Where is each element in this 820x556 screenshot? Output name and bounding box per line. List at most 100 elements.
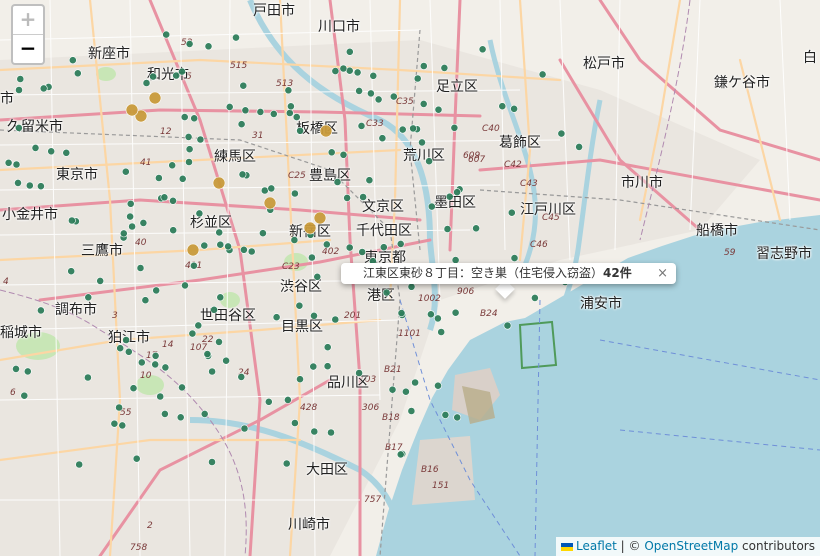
crime-marker[interactable]	[124, 347, 133, 356]
crime-marker[interactable]	[425, 157, 433, 166]
crime-marker[interactable]	[269, 110, 278, 118]
crime-marker[interactable]	[357, 122, 366, 130]
crime-marker[interactable]	[557, 129, 566, 138]
crime-marker[interactable]	[267, 184, 276, 193]
crime-marker[interactable]	[264, 397, 273, 406]
crime-marker[interactable]	[68, 216, 76, 225]
crime-cluster-marker[interactable]	[125, 103, 139, 117]
crime-marker[interactable]	[75, 460, 84, 469]
crime-marker[interactable]	[115, 403, 123, 412]
crime-marker[interactable]	[282, 459, 291, 468]
crime-marker[interactable]	[160, 409, 169, 418]
zoom-in-button[interactable]: +	[13, 6, 43, 35]
crime-marker[interactable]	[247, 247, 256, 256]
crime-marker[interactable]	[398, 125, 407, 134]
crime-marker[interactable]	[142, 79, 151, 87]
crime-marker[interactable]	[121, 167, 130, 176]
crime-marker[interactable]	[136, 264, 145, 272]
crime-marker[interactable]	[137, 358, 146, 367]
crime-marker[interactable]	[25, 181, 34, 190]
crime-marker[interactable]	[451, 308, 460, 317]
crime-marker[interactable]	[178, 67, 186, 76]
crime-marker[interactable]	[355, 87, 363, 95]
crime-marker[interactable]	[14, 124, 23, 132]
crime-marker[interactable]	[433, 314, 442, 323]
crime-marker[interactable]	[453, 188, 461, 197]
crime-marker[interactable]	[309, 362, 318, 371]
crime-marker[interactable]	[238, 170, 247, 179]
crime-marker[interactable]	[427, 202, 436, 211]
crime-marker[interactable]	[272, 313, 281, 322]
crime-marker[interactable]	[141, 296, 150, 305]
crime-marker[interactable]	[122, 336, 130, 344]
crime-marker[interactable]	[190, 114, 199, 123]
crime-marker[interactable]	[232, 33, 240, 42]
crime-marker[interactable]	[322, 240, 331, 249]
crime-marker[interactable]	[31, 143, 40, 152]
crime-marker[interactable]	[366, 89, 375, 98]
crime-marker[interactable]	[241, 106, 250, 115]
crime-marker[interactable]	[379, 243, 388, 252]
crime-marker[interactable]	[310, 427, 319, 436]
crime-marker[interactable]	[169, 196, 177, 205]
crime-marker[interactable]	[23, 367, 32, 376]
crime-marker[interactable]	[189, 261, 198, 270]
crime-marker[interactable]	[407, 282, 416, 291]
crime-marker[interactable]	[16, 75, 25, 83]
crime-marker[interactable]	[413, 74, 422, 83]
crime-marker[interactable]	[503, 321, 512, 330]
crime-marker[interactable]	[445, 192, 454, 201]
crime-marker[interactable]	[73, 69, 82, 78]
crime-marker[interactable]	[478, 45, 487, 54]
crime-marker[interactable]	[154, 174, 163, 182]
crime-marker[interactable]	[162, 30, 171, 39]
crime-marker[interactable]	[323, 362, 332, 371]
crime-marker[interactable]	[152, 286, 161, 295]
crime-marker[interactable]	[343, 193, 351, 202]
crime-cluster-marker[interactable]	[313, 211, 327, 225]
crime-marker[interactable]	[210, 305, 218, 314]
crime-marker[interactable]	[292, 113, 301, 121]
crime-marker[interactable]	[151, 360, 160, 369]
crime-marker[interactable]	[440, 64, 449, 72]
crime-marker[interactable]	[396, 239, 405, 248]
crime-marker[interactable]	[353, 68, 362, 77]
crime-marker[interactable]	[181, 281, 189, 290]
crime-marker[interactable]	[450, 123, 459, 132]
crime-marker[interactable]	[160, 193, 169, 202]
crime-marker[interactable]	[14, 178, 22, 187]
crime-cluster-marker[interactable]	[212, 176, 226, 190]
crime-marker[interactable]	[296, 126, 304, 135]
crime-marker[interactable]	[323, 343, 332, 352]
crime-marker[interactable]	[286, 102, 295, 111]
crime-marker[interactable]	[419, 62, 428, 70]
crime-marker[interactable]	[126, 199, 135, 208]
crime-marker[interactable]	[507, 208, 516, 217]
crime-marker[interactable]	[132, 454, 141, 463]
crime-marker[interactable]	[118, 421, 127, 430]
crime-marker[interactable]	[443, 225, 452, 233]
crime-marker[interactable]	[339, 64, 348, 73]
crime-marker[interactable]	[283, 395, 292, 404]
crime-marker[interactable]	[453, 413, 462, 422]
crime-marker[interactable]	[67, 267, 76, 276]
crime-marker[interactable]	[389, 92, 398, 101]
crime-marker[interactable]	[37, 182, 45, 191]
crime-marker[interactable]	[411, 378, 419, 387]
crime-marker[interactable]	[225, 103, 234, 111]
crime-marker[interactable]	[195, 209, 204, 218]
crime-marker[interactable]	[84, 293, 93, 302]
crime-marker[interactable]	[498, 102, 507, 111]
crime-marker[interactable]	[327, 148, 336, 157]
crime-marker[interactable]	[188, 329, 197, 338]
crime-marker[interactable]	[397, 309, 406, 317]
crime-marker[interactable]	[200, 241, 209, 250]
crime-marker[interactable]	[333, 178, 342, 186]
crime-marker[interactable]	[260, 186, 269, 195]
crime-marker[interactable]	[204, 42, 213, 51]
leaflet-link[interactable]: Leaflet	[576, 539, 617, 553]
crime-marker[interactable]	[222, 356, 230, 365]
crime-marker[interactable]	[434, 381, 442, 390]
crime-marker[interactable]	[161, 363, 170, 372]
crime-marker[interactable]	[203, 350, 212, 358]
